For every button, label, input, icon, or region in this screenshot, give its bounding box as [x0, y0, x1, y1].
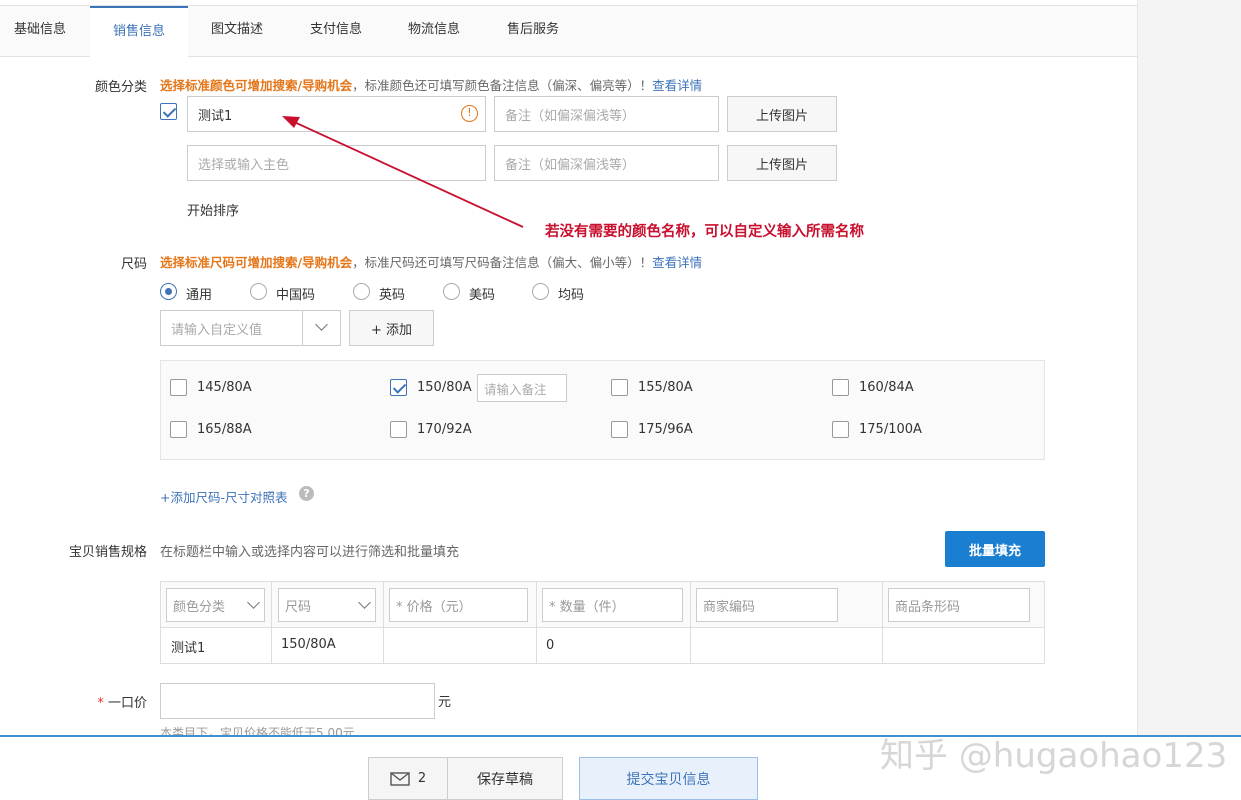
custom-size-placeholder: 请输入自定义值 — [171, 322, 263, 338]
row-quantity-value[interactable]: 0 — [546, 638, 554, 653]
watermark: 知乎 @hugaohao123 — [880, 736, 1228, 776]
radio-uk-size[interactable] — [353, 283, 370, 300]
price-label-text: 一口价 — [107, 696, 147, 711]
batch-fill-button[interactable]: 批量填充 — [945, 531, 1045, 567]
header-quantity-input[interactable]: * 数量（件） — [542, 588, 683, 622]
header-price-label: * 价格（元） — [396, 599, 472, 615]
row-size-value: 150/80A — [281, 637, 336, 652]
size-checkbox-175-100a[interactable] — [832, 421, 849, 438]
col-divider — [882, 582, 883, 663]
row-color-value: 测试1 — [171, 641, 206, 656]
size-label: 尺码 — [120, 257, 147, 272]
size-checkbox-170-92a[interactable] — [390, 421, 407, 438]
header-barcode-label: 商品条形码 — [895, 599, 961, 615]
radio-one-size[interactable] — [532, 283, 549, 300]
size-remark-input[interactable]: 请输入备注 — [477, 374, 567, 402]
size-option-label: 145/80A — [197, 380, 252, 395]
size-remark-placeholder: 请输入备注 — [484, 381, 547, 397]
add-size-button[interactable]: + 添加 — [349, 310, 434, 346]
header-merchant-code-input[interactable]: 商家编码 — [696, 588, 838, 622]
radio-us-size[interactable] — [443, 283, 460, 300]
size-option-label: 165/88A — [197, 422, 252, 437]
size-option-label: 170/92A — [417, 422, 472, 437]
annotation-text: 若没有需要的颜色名称，可以自定义输入所需名称 — [545, 223, 864, 240]
size-checkbox-155-80a[interactable] — [611, 379, 628, 396]
price-input[interactable] — [160, 683, 435, 719]
custom-size-input[interactable]: 请输入自定义值 — [160, 310, 341, 346]
radio-china-size[interactable] — [250, 283, 267, 300]
header-color-label: 颜色分类 — [173, 599, 226, 615]
size-checkbox-145-80a[interactable] — [170, 379, 187, 396]
size-option-label: 160/84A — [859, 380, 914, 395]
spec-label: 宝贝销售规格 — [68, 545, 147, 560]
size-option-label: 150/80A — [417, 380, 472, 395]
size-option-label: 175/96A — [638, 422, 693, 437]
save-draft-button[interactable]: 保存草稿 — [447, 757, 563, 800]
col-divider — [536, 582, 537, 663]
size-checkbox-165-88a[interactable] — [170, 421, 187, 438]
col-divider — [690, 582, 691, 663]
size-hint-text: ，标准尺码还可填写尺码备注信息（偏大、偏小等）！ — [352, 255, 653, 270]
header-size-label: 尺码 — [285, 599, 312, 615]
size-checkbox-175-96a[interactable] — [611, 421, 628, 438]
size-checkbox-160-84a[interactable] — [832, 379, 849, 396]
header-price-input[interactable]: * 价格（元） — [389, 588, 528, 622]
size-options-panel — [160, 360, 1045, 460]
mail-icon — [390, 771, 410, 786]
dropdown-divider — [302, 311, 303, 345]
header-merchant-code-label: 商家编码 — [703, 599, 756, 615]
spec-hint: 在标题栏中输入或选择内容可以进行筛选和批量填充 — [160, 545, 460, 560]
add-size-chart-link[interactable]: +添加尺码-尺寸对照表 — [160, 487, 288, 506]
size-detail-link[interactable]: 查看详情 — [652, 255, 702, 270]
help-icon[interactable]: ? — [299, 486, 314, 501]
radio-us-size-label: 美码 — [469, 288, 496, 303]
submit-button[interactable]: 提交宝贝信息 — [579, 757, 758, 800]
col-divider — [383, 582, 384, 663]
price-label: * 一口价 — [60, 692, 147, 711]
radio-general-label: 通用 — [186, 288, 213, 303]
message-count: 2 — [417, 771, 427, 786]
size-option-label: 155/80A — [638, 380, 693, 395]
spec-table: 颜色分类 尺码 * 价格（元） * 数量（件） 商家编码 商品条形码 测试1 1… — [160, 581, 1045, 664]
radio-general[interactable] — [160, 283, 177, 300]
required-mark: * — [97, 696, 108, 711]
size-checkbox-150-80a[interactable] — [390, 379, 407, 396]
radio-one-size-label: 均码 — [558, 288, 585, 303]
message-button[interactable]: 2 — [368, 757, 448, 800]
size-hint-highlight: 选择标准尺码可增加搜索/导购机会 — [160, 255, 353, 270]
size-option-label: 175/100A — [859, 422, 922, 437]
radio-uk-size-label: 英码 — [379, 288, 406, 303]
col-divider — [271, 582, 272, 663]
size-hint: 选择标准尺码可增加搜索/导购机会，标准尺码还可填写尺码备注信息（偏大、偏小等）！… — [160, 252, 702, 271]
header-quantity-label: * 数量（件） — [549, 599, 625, 615]
header-barcode-input[interactable]: 商品条形码 — [888, 588, 1030, 622]
radio-china-size-label: 中国码 — [276, 288, 316, 303]
price-unit: 元 — [438, 695, 452, 710]
